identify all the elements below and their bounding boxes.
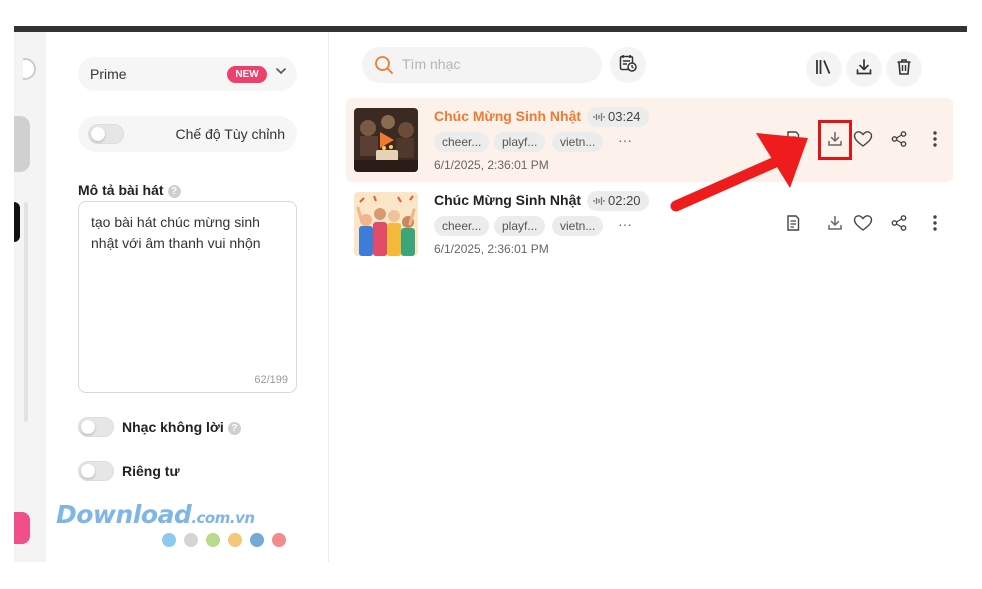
description-title-text: Mô tả bài hát — [78, 182, 164, 198]
style-tag[interactable]: vietn... — [552, 132, 604, 152]
heart-icon — [853, 130, 873, 153]
watermark-dot — [206, 533, 220, 547]
song-title[interactable]: Chúc Mừng Sinh Nhật — [434, 192, 581, 208]
create-settings-panel: Prime NEW Chế độ Tùy chỉnh Mô tả bài hát… — [46, 32, 329, 562]
watermark-logo: Download.com.vn — [56, 500, 255, 529]
lyrics-button[interactable] — [782, 214, 804, 236]
song-row[interactable]: Chúc Mừng Sinh Nhật 03:24 cheer... playf… — [346, 98, 953, 182]
share-button[interactable] — [888, 214, 910, 236]
like-button[interactable] — [852, 130, 874, 152]
song-date: 6/1/2025, 2:36:01 PM — [434, 242, 549, 256]
download-all-button[interactable] — [846, 51, 882, 87]
watermark-dot — [228, 533, 242, 547]
custom-mode-label: Chế độ Tùy chỉnh — [175, 126, 285, 142]
document-icon — [784, 130, 802, 153]
waveform-icon — [593, 113, 605, 121]
sidebar-scrollbar[interactable] — [24, 202, 28, 422]
delete-button[interactable] — [886, 51, 922, 87]
sidebar-create-button[interactable] — [14, 512, 30, 544]
heart-icon — [853, 214, 873, 237]
more-tags[interactable]: ··· — [618, 132, 632, 148]
style-tag[interactable]: playf... — [494, 132, 546, 152]
watermark-dot — [184, 533, 198, 547]
download-icon — [854, 57, 874, 82]
like-button[interactable] — [852, 214, 874, 236]
description-text[interactable]: tạo bài hát chúc mừng sinh nhật với âm t… — [91, 212, 287, 254]
app-sidebar — [14, 32, 46, 562]
private-toggle[interactable] — [78, 461, 114, 481]
instrumental-label: Nhạc không lời? — [122, 419, 241, 435]
download-icon — [826, 214, 844, 237]
watermark-text: Download — [56, 500, 192, 529]
share-button[interactable] — [888, 130, 910, 152]
history-button[interactable] — [610, 47, 646, 83]
help-icon[interactable]: ? — [167, 184, 181, 198]
watermark-domain: .com.vn — [191, 509, 255, 527]
style-tag[interactable]: cheer... — [434, 132, 490, 152]
lyrics-button[interactable] — [782, 130, 804, 152]
watermark-dot — [272, 533, 286, 547]
more-options-button[interactable] — [924, 214, 946, 236]
waveform-icon — [593, 197, 605, 205]
sidebar-nav-item-active[interactable] — [14, 202, 20, 242]
duration-badge: 02:20 — [587, 191, 649, 211]
search-bar[interactable] — [362, 47, 602, 83]
more-tags[interactable]: ··· — [618, 216, 632, 232]
song-list-area: Chúc Mừng Sinh Nhật 03:24 cheer... playf… — [330, 32, 967, 562]
library-button[interactable] — [806, 51, 842, 87]
trash-icon — [894, 57, 914, 82]
model-label: Prime — [90, 66, 127, 82]
song-cover[interactable] — [354, 192, 418, 256]
instrumental-toggle[interactable] — [78, 417, 114, 437]
song-cover[interactable] — [354, 108, 418, 172]
style-tag[interactable]: cheer... — [434, 216, 490, 236]
description-title: Mô tả bài hát? — [78, 182, 181, 198]
duration-text: 03:24 — [608, 109, 641, 124]
download-button[interactable] — [824, 214, 846, 236]
document-icon — [784, 214, 802, 237]
watermark-dot — [250, 533, 264, 547]
sidebar-nav-item[interactable] — [14, 116, 30, 172]
vertical-dots-icon — [932, 214, 938, 237]
calendar-clock-icon — [618, 53, 638, 78]
download-highlight-box — [818, 120, 852, 160]
new-badge: NEW — [227, 66, 267, 83]
character-counter: 62/199 — [254, 374, 288, 386]
custom-mode-toggle[interactable] — [88, 124, 124, 144]
search-input[interactable] — [402, 56, 582, 72]
help-icon[interactable]: ? — [227, 421, 241, 435]
description-textarea[interactable]: tạo bài hát chúc mừng sinh nhật với âm t… — [78, 201, 297, 393]
library-icon — [814, 57, 834, 82]
duration-badge: 03:24 — [587, 107, 649, 127]
search-icon — [374, 55, 394, 75]
instrumental-label-text: Nhạc không lời — [122, 419, 224, 435]
custom-mode-row: Chế độ Tùy chỉnh — [78, 116, 297, 152]
sidebar-avatar[interactable] — [22, 58, 36, 80]
style-tag[interactable]: vietn... — [552, 216, 604, 236]
model-select[interactable]: Prime NEW — [78, 57, 297, 91]
style-tag[interactable]: playf... — [494, 216, 546, 236]
duration-text: 02:20 — [608, 193, 641, 208]
watermark-dots — [162, 533, 294, 547]
chevron-down-icon — [275, 65, 287, 80]
share-icon — [890, 214, 908, 237]
more-options-button[interactable] — [924, 130, 946, 152]
watermark-dot — [162, 533, 176, 547]
share-icon — [890, 130, 908, 153]
private-label: Riêng tư — [122, 463, 180, 479]
song-row[interactable]: Chúc Mừng Sinh Nhật 02:20 cheer... playf… — [346, 182, 953, 266]
song-title[interactable]: Chúc Mừng Sinh Nhật — [434, 108, 581, 124]
song-date: 6/1/2025, 2:36:01 PM — [434, 158, 549, 172]
vertical-dots-icon — [932, 130, 938, 153]
play-icon[interactable] — [376, 130, 396, 150]
